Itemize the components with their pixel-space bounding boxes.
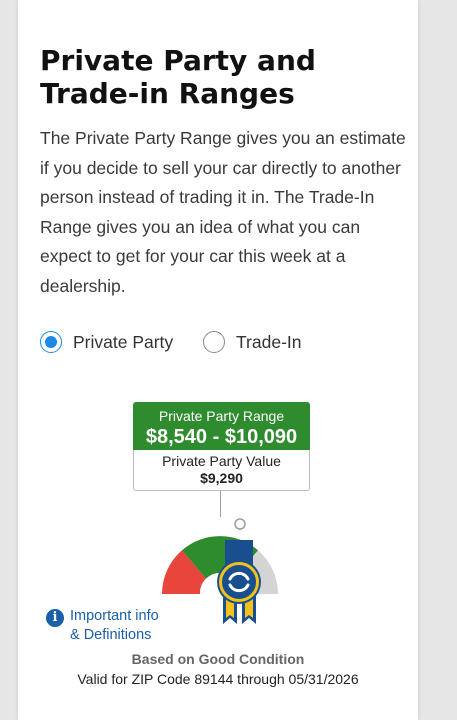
private-party-value-box: Private Party Value $9,290 bbox=[133, 450, 310, 491]
trade-in-radio[interactable]: Trade-In bbox=[203, 328, 302, 356]
info-line-1: Important info bbox=[70, 608, 159, 624]
content-card: Private Party and Trade-in Ranges The Pr… bbox=[18, 0, 418, 720]
trade-in-radio-button[interactable] bbox=[203, 331, 225, 353]
title-line-2: Trade-in Ranges bbox=[40, 77, 295, 110]
private-party-range-box: Private Party Range $8,540 - $10,090 bbox=[133, 402, 310, 450]
trade-in-label: Trade-In bbox=[236, 331, 302, 352]
range-type-selector: Private Party Trade-In bbox=[40, 328, 410, 358]
ranges-description: The Private Party Range gives you an est… bbox=[40, 128, 406, 296]
private-party-radio-button[interactable] bbox=[40, 331, 62, 353]
zip-validity-note: Valid for ZIP Code 89144 through 05/31/2… bbox=[77, 671, 359, 687]
condition-note: Based on Good Condition bbox=[131, 651, 305, 667]
private-party-label: Private Party bbox=[73, 331, 174, 352]
private-party-radio[interactable]: Private Party bbox=[40, 328, 173, 356]
value-title: Private Party Value bbox=[162, 453, 281, 469]
page-title: Private Party and Trade-in Ranges bbox=[40, 44, 410, 110]
info-icon: i bbox=[46, 609, 64, 627]
important-info-text[interactable]: Important info & Definitions bbox=[70, 607, 159, 647]
info-line-2: & Definitions bbox=[70, 627, 152, 643]
value-amount: $9,290 bbox=[200, 470, 243, 486]
title-line-1: Private Party and bbox=[40, 44, 316, 77]
gauge-marker bbox=[234, 518, 246, 530]
range-value: $8,540 - $10,090 bbox=[145, 426, 298, 448]
range-title: Private Party Range bbox=[158, 408, 285, 424]
important-info-link[interactable]: i Important info & Definitions bbox=[46, 607, 186, 647]
